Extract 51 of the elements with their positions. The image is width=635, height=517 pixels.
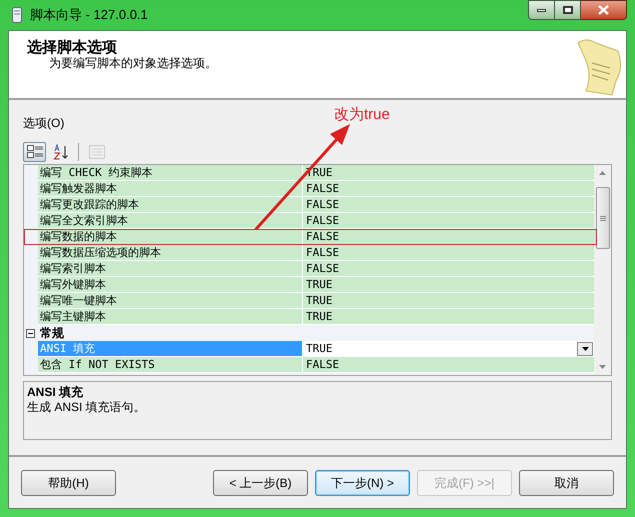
wizard-button[interactable]: 下一步(N) > (315, 470, 410, 496)
maximize-button[interactable] (555, 0, 581, 20)
caret-icon (582, 346, 588, 350)
options-label: 选项(O) (23, 116, 66, 130)
scroll-up-icon (599, 171, 606, 175)
wizard-button[interactable]: 帮助(H) (21, 470, 116, 496)
minimize-button[interactable] (528, 0, 555, 20)
categorized-button[interactable] (23, 142, 46, 162)
property-name: 编写外键脚本 (38, 277, 303, 293)
wizard-button[interactable]: < 上一步(B) (213, 470, 308, 496)
property-value: TRUE (305, 341, 332, 356)
category-label: 常规 (40, 326, 64, 340)
property-name: 编写数据的脚本 (38, 229, 303, 245)
description-text: 生成 ANSI 填充语句。 (27, 400, 147, 415)
property-value: FALSE (305, 357, 340, 372)
collapse-toggle[interactable] (26, 328, 35, 338)
description-title: ANSI 填充 (27, 385, 84, 400)
property-value: FALSE (305, 197, 340, 212)
wizard-button[interactable]: 取消 (519, 470, 614, 496)
property-value: TRUE (305, 277, 332, 292)
property-name: 编写主键脚本 (38, 309, 303, 325)
property-name: 编写 CHECK 约束脚本 (38, 165, 303, 181)
property-name: 包含 If NOT EXISTS (38, 357, 303, 373)
sort-icon (52, 144, 68, 160)
property-name: 编写触发器脚本 (38, 181, 303, 197)
property-name: 编写唯一键脚本 (38, 293, 303, 309)
grip-icon (600, 216, 606, 220)
property-name: 编写数据压缩选项的脚本 (38, 245, 303, 261)
annotation-text: 改为true (334, 105, 390, 125)
property-value: TRUE (305, 309, 332, 324)
page-title: 选择脚本选项 (27, 39, 118, 56)
page-subtitle: 为要编写脚本的对象选择选项。 (48, 56, 217, 70)
close-icon (598, 5, 609, 15)
property-value: FALSE (305, 181, 340, 196)
categorized-icon (26, 145, 42, 159)
property-name: 编写全文索引脚本 (38, 213, 303, 229)
property-name: ANSI 填充 (38, 341, 303, 357)
close-button[interactable] (581, 0, 627, 20)
property-value: FALSE (305, 229, 340, 244)
property-value: FALSE (305, 245, 340, 260)
property-value: FALSE (305, 261, 340, 276)
window-title: 脚本向导 - 127.0.0.1 (30, 6, 148, 24)
dropdown-button[interactable] (577, 342, 593, 356)
property-name: 编写更改跟踪的脚本 (38, 197, 303, 213)
property-pages-icon (88, 145, 104, 159)
property-name: 编写索引脚本 (38, 261, 303, 277)
property-value: TRUE (305, 293, 332, 308)
app-icon (12, 7, 22, 23)
scrollbar[interactable] (594, 165, 611, 375)
scroll-down-icon (599, 365, 606, 369)
property-value: FALSE (305, 213, 340, 228)
